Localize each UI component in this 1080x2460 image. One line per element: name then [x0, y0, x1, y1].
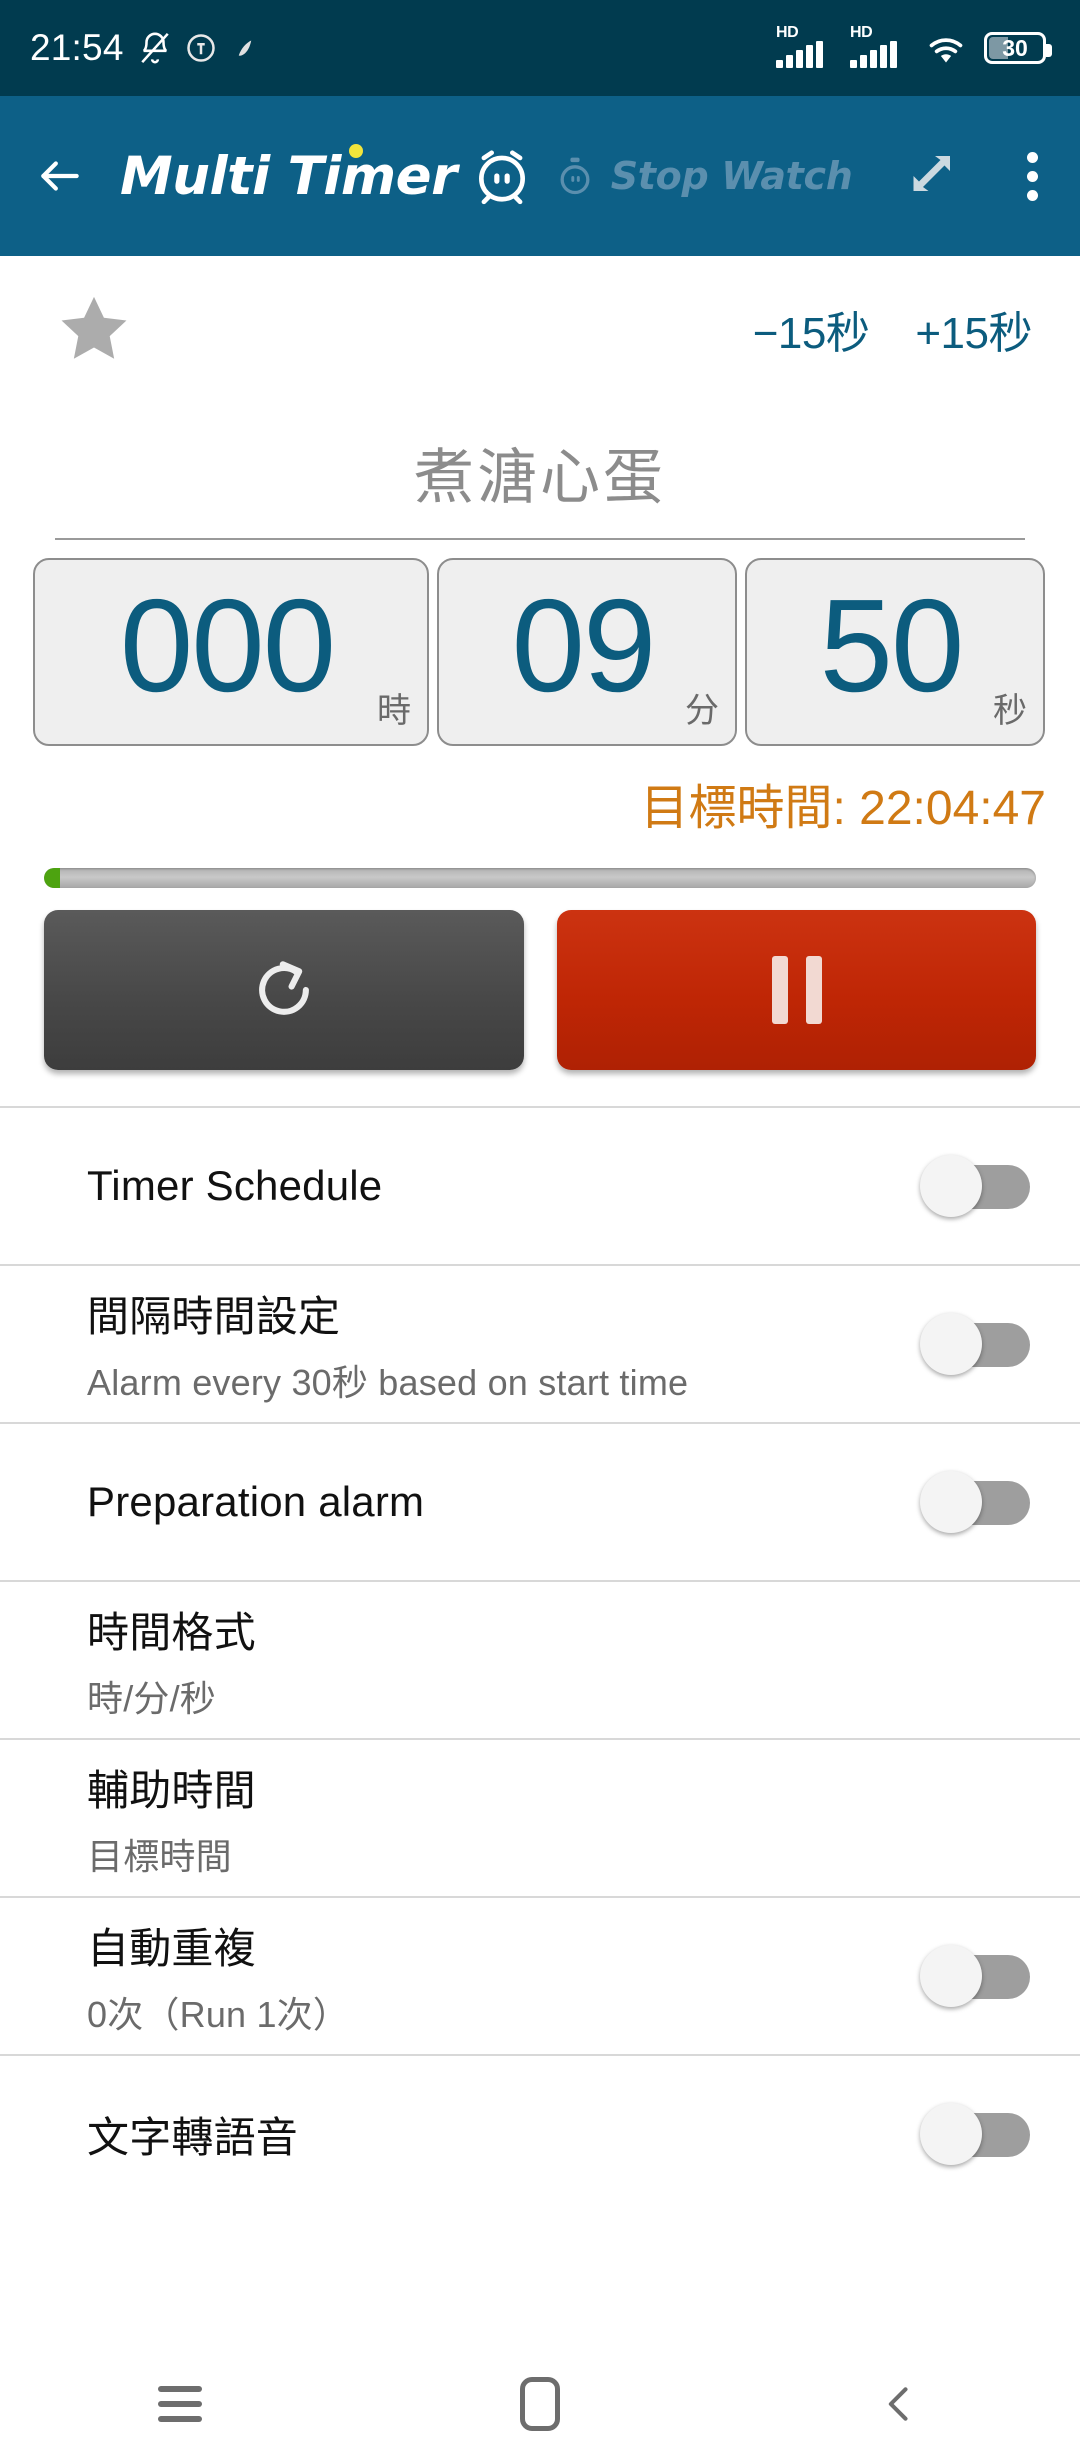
overflow-menu-button[interactable]	[984, 151, 1080, 201]
setting-title: 文字轉語音	[87, 2113, 299, 2161]
tab-multi-timer[interactable]: Multi Timer	[120, 143, 457, 207]
wifi-icon	[929, 38, 963, 63]
setting-title: Preparation alarm	[87, 1478, 425, 1525]
status-bar-left: 21:54	[30, 27, 260, 69]
setting-labels: 間隔時間設定 Alarm every 30秒 based on start ti…	[87, 1283, 688, 1406]
increase-15s-button[interactable]: +15秒	[915, 297, 1032, 361]
setting-row-timer-schedule[interactable]: Timer Schedule	[0, 1106, 1080, 1264]
app-bar: Multi Timer Stop Watch	[0, 96, 1080, 256]
setting-row-preparation-alarm[interactable]: Preparation alarm	[0, 1422, 1080, 1580]
star-icon	[61, 296, 127, 359]
setting-toggle-text-to-speech[interactable]	[920, 2103, 1030, 2165]
toggle-thumb	[920, 1471, 982, 1533]
setting-labels: Timer Schedule	[87, 1162, 382, 1210]
timer-display: 000 時 09 分 50 秒	[0, 540, 1080, 746]
status-bar: 21:54 HD HD 30	[0, 0, 1080, 96]
setting-labels: Preparation alarm	[87, 1478, 424, 1526]
toggle-thumb	[920, 2103, 982, 2165]
pause-button[interactable]	[557, 910, 1036, 1070]
setting-row-auto-repeat[interactable]: 自動重複 0次（Run 1次）	[0, 1896, 1080, 2054]
app-notification-icon-2	[238, 40, 251, 56]
expand-button[interactable]	[876, 146, 984, 206]
signal-bars-sim2-icon: HD	[850, 24, 908, 68]
toggle-thumb	[920, 1155, 982, 1217]
setting-toggle-timer-schedule[interactable]	[920, 1155, 1030, 1217]
setting-labels: 輔助時間 目標時間	[87, 1757, 256, 1880]
setting-title: Timer Schedule	[87, 1162, 383, 1209]
setting-title: 時間格式	[87, 1608, 256, 1656]
tab-multi-timer-label: Multi Timer	[120, 145, 457, 207]
setting-row-auxiliary-time[interactable]: 輔助時間 目標時間	[0, 1738, 1080, 1896]
back-arrow-icon	[41, 161, 79, 191]
seconds-unit: 秒	[993, 692, 1027, 730]
setting-subtitle: Alarm every 30秒 based on start time	[87, 1361, 689, 1403]
settings-list: Timer Schedule 間隔時間設定 Alarm every 30秒 ba…	[0, 1106, 1080, 2212]
battery-level: 30	[1002, 34, 1028, 61]
seconds-box[interactable]: 50 秒	[745, 558, 1045, 746]
setting-toggle-auto-repeat[interactable]	[920, 1945, 1030, 2007]
hours-unit: 時	[377, 692, 411, 730]
phone-screen: 21:54 HD HD 30 Multi Timer Stop Watch −1…	[0, 0, 1080, 2460]
setting-subtitle: 0次（Run 1次）	[87, 1993, 350, 2035]
target-time-label: 目標時間: 22:04:47	[640, 782, 1046, 835]
timer-controls	[0, 888, 1080, 1070]
timer-progress-fill	[44, 868, 60, 888]
timer-name[interactable]: 煮溏心蛋	[0, 401, 1080, 538]
reset-button[interactable]	[44, 910, 524, 1070]
pause-icon	[771, 956, 822, 1024]
toggle-thumb	[920, 1313, 982, 1375]
minutes-value: 09	[511, 572, 657, 719]
battery-indicator: 30	[984, 32, 1052, 64]
status-bar-right: HD HD 30	[776, 24, 1052, 68]
setting-row-text-to-speech[interactable]: 文字轉語音	[0, 2054, 1080, 2212]
hd-label-sim2: HD	[850, 24, 873, 41]
app-notification-icon	[186, 34, 215, 62]
setting-row-interval[interactable]: 間隔時間設定 Alarm every 30秒 based on start ti…	[0, 1264, 1080, 1422]
minutes-unit: 分	[685, 692, 719, 730]
toggle-thumb	[920, 1945, 982, 2007]
setting-title: 間隔時間設定	[87, 1292, 341, 1340]
nav-home-button[interactable]	[480, 2348, 600, 2460]
timer-progress-bar	[44, 868, 1036, 888]
app-bar-actions	[876, 146, 1080, 206]
nav-recents-button[interactable]	[120, 2348, 240, 2460]
title-dot-accent	[349, 143, 363, 158]
tab-stop-watch-label[interactable]: Stop Watch	[611, 154, 853, 198]
expand-arrows-icon	[913, 156, 950, 191]
setting-subtitle: 時/分/秒	[87, 1677, 217, 1719]
hours-value: 000	[119, 572, 336, 719]
setting-subtitle: 目標時間	[87, 1835, 232, 1877]
time-adjust-buttons: −15秒 +15秒	[753, 297, 1033, 361]
favorite-button[interactable]	[48, 283, 140, 375]
hours-box[interactable]: 000 時	[33, 558, 429, 746]
decrease-15s-button[interactable]: −15秒	[753, 297, 870, 361]
app-bar-tabs: Multi Timer Stop Watch	[120, 143, 876, 207]
stopwatch-icon	[560, 157, 590, 195]
back-button[interactable]	[0, 151, 120, 201]
setting-labels: 自動重複 0次（Run 1次）	[87, 1915, 349, 2038]
overflow-menu-icon	[1026, 151, 1038, 163]
alarm-clock-icon	[478, 150, 525, 205]
nav-back-button[interactable]	[840, 2348, 960, 2460]
setting-title: 輔助時間	[87, 1766, 256, 1814]
setting-labels: 文字轉語音	[87, 2104, 298, 2165]
setting-toggle-preparation-alarm[interactable]	[920, 1471, 1030, 1533]
seconds-value: 50	[819, 572, 965, 719]
recents-icon	[158, 2386, 202, 2422]
setting-title: 自動重複	[87, 1924, 256, 1972]
back-icon	[888, 2387, 908, 2421]
setting-toggle-interval[interactable]	[920, 1313, 1030, 1375]
setting-row-time-format[interactable]: 時間格式 時/分/秒	[0, 1580, 1080, 1738]
main-content: −15秒 +15秒 煮溏心蛋 000 時 09 分 50 秒 目標時間: 22:…	[0, 256, 1080, 2348]
android-nav-bar	[0, 2348, 1080, 2460]
bell-off-icon	[138, 30, 172, 66]
setting-labels: 時間格式 時/分/秒	[87, 1599, 256, 1722]
timer-toolbar: −15秒 +15秒	[0, 256, 1080, 401]
signal-bars-sim1-icon: HD	[776, 24, 834, 68]
minutes-box[interactable]: 09 分	[437, 558, 737, 746]
hd-label-sim1: HD	[776, 24, 799, 41]
home-icon	[520, 2377, 560, 2431]
status-clock: 21:54	[30, 27, 124, 68]
reset-circular-arrow-icon	[259, 961, 309, 1015]
